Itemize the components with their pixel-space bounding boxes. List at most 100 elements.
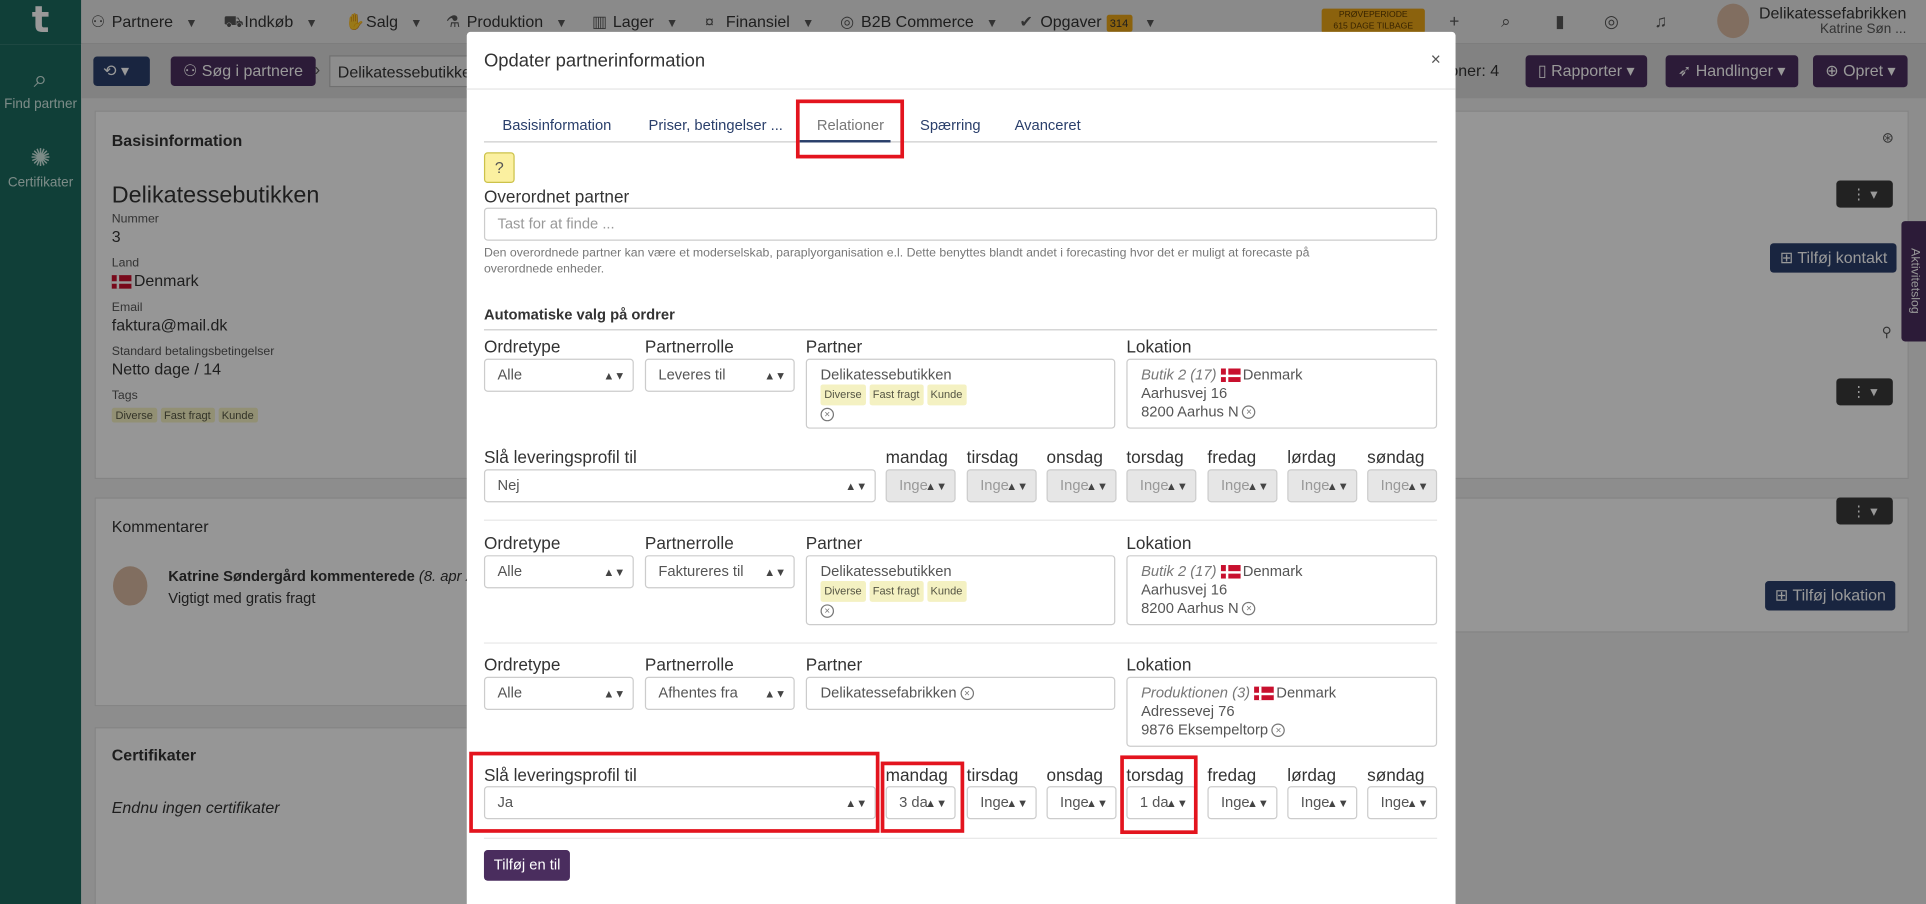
update-partner-modal: Opdater partnerinformation × Basisinform… — [466, 31, 1456, 904]
location-street: Aarhusvej 16 — [1141, 580, 1228, 599]
location-city: 8200 Aarhus N — [1141, 402, 1239, 421]
sort-arrows-icon: ▲▼ — [1006, 797, 1029, 810]
day-select-lordag[interactable]: Inge ▲▼ — [1287, 786, 1358, 820]
select-value: Inge — [1139, 476, 1169, 494]
help-label: ? — [494, 158, 504, 177]
tab-priser-betingelser[interactable]: Priser, betingelser ... — [649, 117, 783, 134]
select-value: Inge — [1380, 793, 1410, 811]
sort-arrows-icon: ▲▼ — [1246, 797, 1269, 810]
partner-field[interactable]: Delikatessefabrikken × — [805, 676, 1116, 710]
select-value: Inge — [1300, 793, 1330, 811]
location-label: Lokation — [1126, 654, 1192, 675]
select-value: Faktureres til — [658, 562, 744, 580]
tab-avanceret[interactable]: Avanceret — [1015, 117, 1081, 134]
day-select-tirsdag[interactable]: Inge ▲▼ — [966, 786, 1037, 820]
sort-arrows-icon: ▲▼ — [764, 369, 787, 383]
select-value: Afhentes fra — [658, 684, 738, 702]
select-value: Inge — [1060, 793, 1089, 811]
row-divider — [483, 519, 1438, 521]
partnerrole-select[interactable]: Faktureres til ▲▼ — [644, 555, 795, 589]
ordertype-label: Ordretype — [483, 533, 561, 553]
location-label: Lokation — [1126, 336, 1192, 357]
highlight-box — [469, 751, 880, 833]
sort-arrows-icon: ▲▼ — [764, 687, 787, 701]
tab-basisinformation[interactable]: Basisinformation — [502, 117, 611, 134]
select-value: Alle — [497, 684, 523, 702]
partner-field[interactable]: Delikatessebutikken Diverse Fast fragt Kun… — [805, 358, 1116, 429]
ordertype-select[interactable]: Alle ▲▼ — [483, 676, 634, 710]
location-street: Aarhusvej 16 — [1141, 384, 1228, 402]
modal-title: Opdater partnerinformation — [483, 50, 706, 72]
select-value: Inge — [980, 793, 1009, 811]
partner-field[interactable]: Delikatessebutikken Diverse Fast fragt Kun… — [805, 555, 1116, 626]
day-label-fredag: fredag — [1207, 765, 1257, 785]
location-city: 9876 Eksempeltorp — [1141, 721, 1269, 739]
day-select-tirsdag: Inge ▲▼ — [966, 469, 1037, 503]
highlight-box — [880, 761, 965, 833]
clear-icon[interactable]: × — [1271, 723, 1286, 738]
sort-arrows-icon: ▲▼ — [764, 566, 787, 579]
day-label-onsdag: onsdag — [1046, 447, 1103, 467]
select-value: Leveres til — [658, 366, 726, 384]
row-divider — [483, 837, 1438, 839]
location-label: Lokation — [1126, 533, 1192, 553]
modal-header: Opdater partnerinformation × — [466, 32, 1456, 90]
sort-arrows-icon: ▲▼ — [603, 369, 626, 383]
tag: Kunde — [926, 580, 967, 602]
tag: Fast fragt — [869, 580, 924, 602]
tag: Diverse — [820, 384, 866, 406]
day-select-onsdag: Inge ▲▼ — [1046, 469, 1117, 503]
day-select-sondag[interactable]: Inge ▲▼ — [1367, 786, 1438, 820]
sort-arrows-icon: ▲▼ — [925, 480, 948, 493]
delivery-profile-select[interactable]: Nej ▲▼ — [483, 469, 876, 503]
sort-arrows-icon: ▲▼ — [1006, 480, 1029, 493]
ordertype-label: Ordretype — [483, 336, 561, 357]
denmark-flag-icon — [1254, 687, 1274, 701]
sort-arrows-icon: ▲▼ — [845, 480, 868, 493]
clear-icon[interactable]: × — [1242, 602, 1256, 616]
ordertype-select[interactable]: Alle ▲▼ — [483, 358, 634, 392]
day-select-onsdag[interactable]: Inge ▲▼ — [1046, 786, 1117, 820]
tab-sparring[interactable]: Spærring — [920, 117, 981, 134]
location-name: Produktionen (3) — [1141, 684, 1251, 702]
partner-value: Delikatessebutikken — [820, 366, 952, 384]
clear-icon[interactable]: × — [820, 604, 835, 619]
location-field[interactable]: Butik 2 (17) Denmark Aarhusvej 16 8200 A… — [1126, 358, 1438, 429]
day-label-fredag: fredag — [1207, 447, 1257, 467]
section-title: Automatiske valg på ordrer — [483, 305, 675, 324]
day-label-torsdag: torsdag — [1126, 447, 1184, 467]
day-label-sondag: søndag — [1367, 447, 1425, 467]
location-country: Denmark — [1276, 684, 1337, 702]
day-select-sondag: Inge ▲▼ — [1367, 469, 1438, 503]
day-label-lordag: lørdag — [1287, 447, 1337, 467]
location-field[interactable]: Produktionen (3) Denmark Adressevej 76 9… — [1126, 676, 1438, 747]
help-icon[interactable]: ? — [483, 152, 515, 184]
clear-icon[interactable]: × — [1242, 405, 1256, 420]
partnerrole-label: Partnerrolle — [644, 654, 734, 675]
partnerrole-label: Partnerrolle — [644, 336, 734, 357]
day-label-mandag: mandag — [885, 447, 948, 467]
location-field[interactable]: Butik 2 (17) Denmark Aarhusvej 16 8200 A… — [1126, 555, 1438, 626]
ordertype-select[interactable]: Alle ▲▼ — [483, 555, 634, 589]
day-select-torsdag: Inge ▲▼ — [1126, 469, 1197, 503]
partnerrole-select[interactable]: Afhentes fra ▲▼ — [644, 676, 795, 710]
sort-arrows-icon: ▲▼ — [1086, 480, 1108, 493]
partnerrole-select[interactable]: Leveres til ▲▼ — [644, 358, 795, 392]
section-divider — [483, 329, 1438, 331]
select-value: Alle — [497, 366, 523, 384]
day-label-lordag: lørdag — [1287, 765, 1337, 785]
sort-arrows-icon: ▲▼ — [1246, 480, 1269, 493]
clear-icon[interactable]: × — [820, 408, 835, 422]
parent-partner-label: Overordnet partner — [483, 186, 630, 207]
row-divider — [483, 642, 1438, 644]
day-select-fredag: Inge ▲▼ — [1207, 469, 1278, 503]
close-icon[interactable]: × — [1431, 49, 1441, 69]
add-another-button[interactable]: Tilføj en til — [483, 849, 571, 881]
select-value: Inge — [980, 476, 1009, 494]
clear-icon[interactable]: × — [960, 687, 974, 701]
parent-partner-input[interactable]: Tast for at finde ... — [483, 207, 1438, 241]
location-name: Butik 2 (17) — [1141, 562, 1217, 580]
sort-arrows-icon: ▲▼ — [1406, 797, 1429, 810]
day-select-fredag[interactable]: Inge ▲▼ — [1207, 786, 1278, 820]
partnerrole-label: Partnerrolle — [644, 533, 734, 553]
